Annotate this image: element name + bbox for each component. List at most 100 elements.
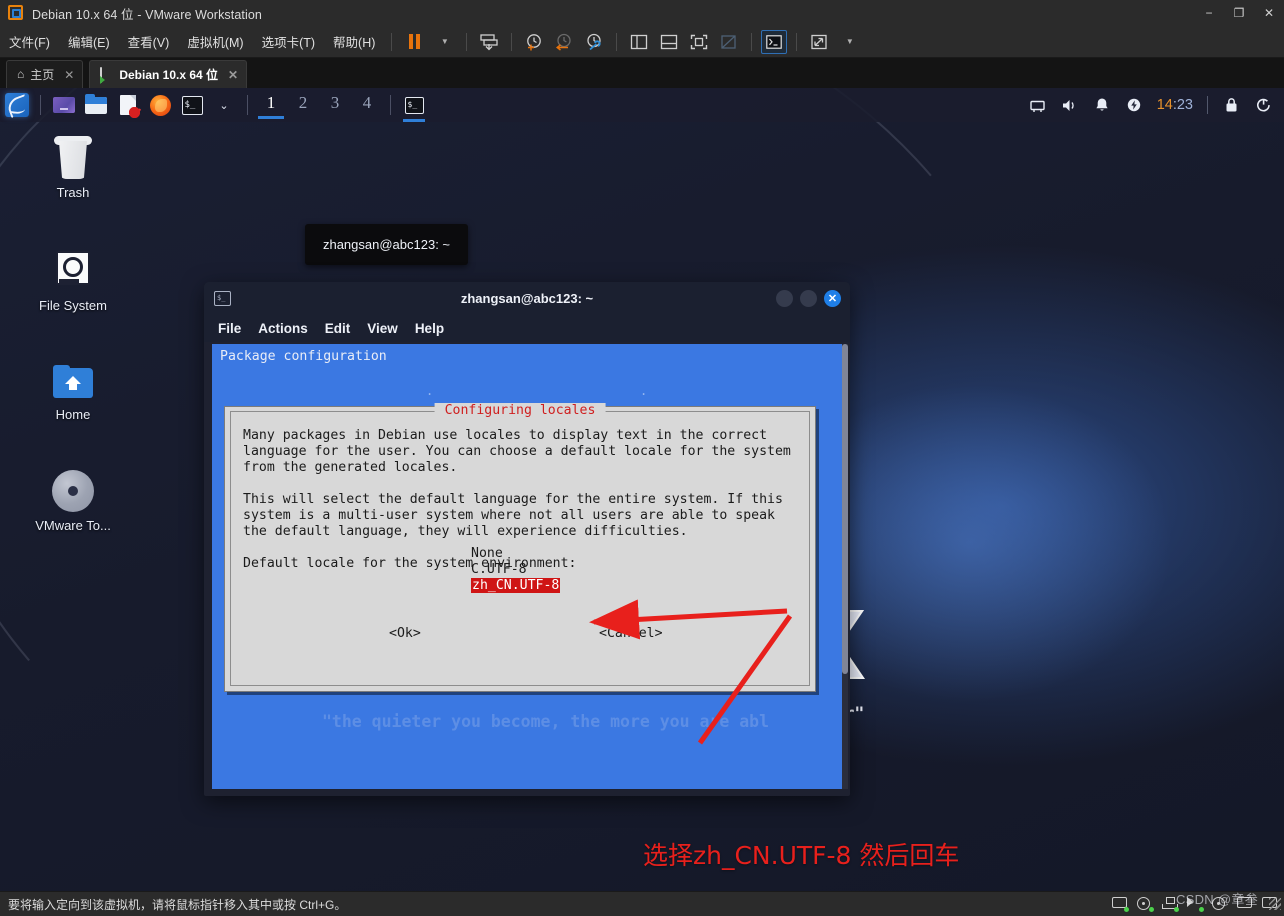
revert-snapshot-button[interactable] — [551, 30, 577, 54]
vmware-status-bar: 要将输入定向到该虚拟机，请将鼠标指针移入其中或按 Ctrl+G。 — [0, 891, 1284, 916]
close-button[interactable]: ✕ — [1254, 0, 1284, 26]
cancel-button[interactable]: <Cancel> — [599, 626, 663, 641]
terminal-close-button[interactable]: ✕ — [824, 289, 841, 307]
status-harddisk-icon[interactable] — [1112, 897, 1129, 912]
stretch-guest-button[interactable] — [806, 30, 832, 54]
volume-icon[interactable] — [1055, 93, 1085, 117]
send-ctrl-alt-del-button[interactable] — [476, 30, 502, 54]
terminal-minimize-button[interactable] — [776, 289, 793, 307]
terminal-content[interactable]: "the quieter you become, the more you ar… — [212, 344, 842, 789]
terminal-menu-view[interactable]: View — [367, 321, 398, 336]
panel-divider-1 — [40, 95, 41, 115]
terminal-scrollbar-thumb[interactable] — [842, 344, 848, 674]
dialog-paragraph-1: Many packages in Debian use locales to d… — [243, 428, 791, 475]
panel-divider-3 — [390, 95, 391, 115]
tray-divider — [1207, 96, 1208, 114]
launcher-terminal[interactable]: $_ — [178, 93, 206, 117]
kali-dragon-icon[interactable] — [5, 93, 29, 117]
terminal-menu-help[interactable]: Help — [415, 321, 444, 336]
pause-icon — [408, 34, 420, 49]
terminal-icon — [766, 34, 783, 49]
menu-file[interactable]: 文件(F) — [0, 28, 59, 55]
csdn-watermark: CSDN @章叁 — [1175, 892, 1258, 907]
tab-debian[interactable]: Debian 10.x 64 位 ✕ — [89, 60, 248, 88]
guest-screen[interactable]: KALI LINUX "the quieter you become, the … — [0, 88, 1284, 891]
notifications-icon[interactable] — [1087, 93, 1117, 117]
launcher-file-manager[interactable] — [82, 93, 110, 117]
console-button[interactable] — [761, 29, 788, 54]
tab-home-close-icon[interactable]: ✕ — [64, 68, 74, 82]
minimize-button[interactable]: − — [1194, 0, 1224, 26]
vm-running-icon — [100, 67, 113, 83]
workspace-4[interactable]: 4 — [351, 91, 383, 119]
vmware-workstation-window: Debian 10.x 64 位 - VMware Workstation − … — [0, 0, 1284, 916]
tab-debian-close-icon[interactable]: ✕ — [228, 68, 238, 82]
terminal-maximize-button[interactable] — [800, 289, 817, 307]
tui-dot-2: . — [640, 384, 648, 398]
desktop-icon-vmware-tools-label: VMware To... — [35, 518, 111, 533]
menu-vm[interactable]: 虚拟机(M) — [178, 28, 252, 55]
window-button-terminal[interactable]: $_ — [400, 93, 428, 122]
clock[interactable]: 14:23 — [1157, 97, 1193, 113]
workspace-2[interactable]: 2 — [287, 91, 319, 119]
terminal-window[interactable]: $_ zhangsan@abc123: ~ ✕ File Actions Edi… — [204, 282, 850, 796]
workspace-3[interactable]: 3 — [319, 91, 351, 119]
launcher-firefox[interactable] — [146, 93, 174, 117]
launcher-text-editor[interactable] — [114, 93, 142, 118]
resize-grip[interactable] — [1269, 898, 1281, 910]
network-icon[interactable] — [1023, 93, 1053, 117]
stretch-dropdown[interactable]: ▼ — [836, 30, 862, 54]
desktop-icon-filesystem[interactable]: File System — [18, 248, 128, 313]
pause-button[interactable] — [401, 30, 427, 54]
power-icon[interactable] — [1119, 93, 1149, 117]
panel-bottom-icon — [661, 34, 678, 49]
pause-dropdown[interactable]: ▼ — [431, 30, 457, 54]
menu-view[interactable]: 查看(V) — [119, 28, 179, 55]
take-snapshot-button[interactable] — [521, 30, 547, 54]
full-screen-button[interactable] — [686, 30, 712, 54]
launcher-terminal-dropdown[interactable]: ⌄ — [210, 93, 238, 117]
desktop-icon-trash[interactable]: Trash — [18, 135, 128, 200]
toolbar-divider-5 — [751, 32, 753, 51]
show-library-button[interactable] — [626, 30, 652, 54]
locale-option-zh-cn-utf8[interactable]: zh_CN.UTF-8 — [471, 578, 561, 593]
desktop-icon-vmware-tools[interactable]: VMware To... — [18, 470, 128, 533]
terminal-menu-edit[interactable]: Edit — [325, 321, 351, 336]
menu-tabs[interactable]: 选项卡(T) — [253, 28, 324, 55]
configuring-locales-dialog[interactable]: Configuring locales Many packages in Deb… — [224, 403, 816, 692]
drive-icon — [52, 248, 94, 292]
tab-debian-label: Debian 10.x 64 位 — [119, 68, 219, 82]
logout-icon[interactable] — [1248, 93, 1278, 117]
home-icon: ⌂ — [17, 67, 25, 81]
clock-hours: 14 — [1156, 97, 1173, 113]
lock-icon[interactable] — [1216, 93, 1246, 117]
locale-options-list[interactable]: None C.UTF-8 zh_CN.UTF-8 — [471, 546, 561, 594]
show-thumbnail-bar-button[interactable] — [656, 30, 682, 54]
dialog-title: Configuring locales — [434, 403, 606, 418]
menu-help[interactable]: 帮助(H) — [324, 28, 384, 55]
snapshot-add-icon — [527, 33, 542, 50]
terminal-wallpaper-quote: "the quieter you become, the more you ar… — [322, 712, 770, 731]
terminal-menu-actions[interactable]: Actions — [258, 321, 308, 336]
desktop-icon-home[interactable]: Home — [18, 365, 128, 422]
ok-button[interactable]: <Ok> — [389, 626, 421, 641]
unity-icon — [721, 34, 737, 49]
tui-dot-1: . — [426, 384, 434, 398]
terminal-menu-file[interactable]: File — [218, 321, 241, 336]
tab-home[interactable]: ⌂ 主页 ✕ — [6, 60, 84, 88]
workspace-switcher: 1 2 3 4 — [255, 91, 383, 119]
workspace-1[interactable]: 1 — [255, 91, 287, 119]
terminal-scrollbar[interactable] — [842, 344, 848, 789]
dialog-paragraph-2: This will select the default language fo… — [243, 492, 783, 539]
launcher-file-manager-alt[interactable] — [50, 93, 78, 117]
locale-option-none[interactable]: None — [471, 546, 560, 562]
status-message: 要将输入定向到该虚拟机，请将鼠标指针移入其中或按 Ctrl+G。 — [8, 897, 347, 912]
menu-edit[interactable]: 编辑(E) — [59, 28, 119, 55]
kali-top-panel: $_ ⌄ 1 2 3 4 $_ 14:23 — [0, 88, 1284, 122]
status-cdrom-icon[interactable] — [1137, 897, 1154, 912]
locale-option-c-utf8[interactable]: C.UTF-8 — [471, 562, 560, 578]
manage-snapshots-button[interactable] — [581, 30, 607, 54]
terminal-window-controls: ✕ — [776, 289, 841, 307]
unity-mode-button[interactable] — [716, 30, 742, 54]
maximize-button[interactable]: ❐ — [1224, 0, 1254, 26]
